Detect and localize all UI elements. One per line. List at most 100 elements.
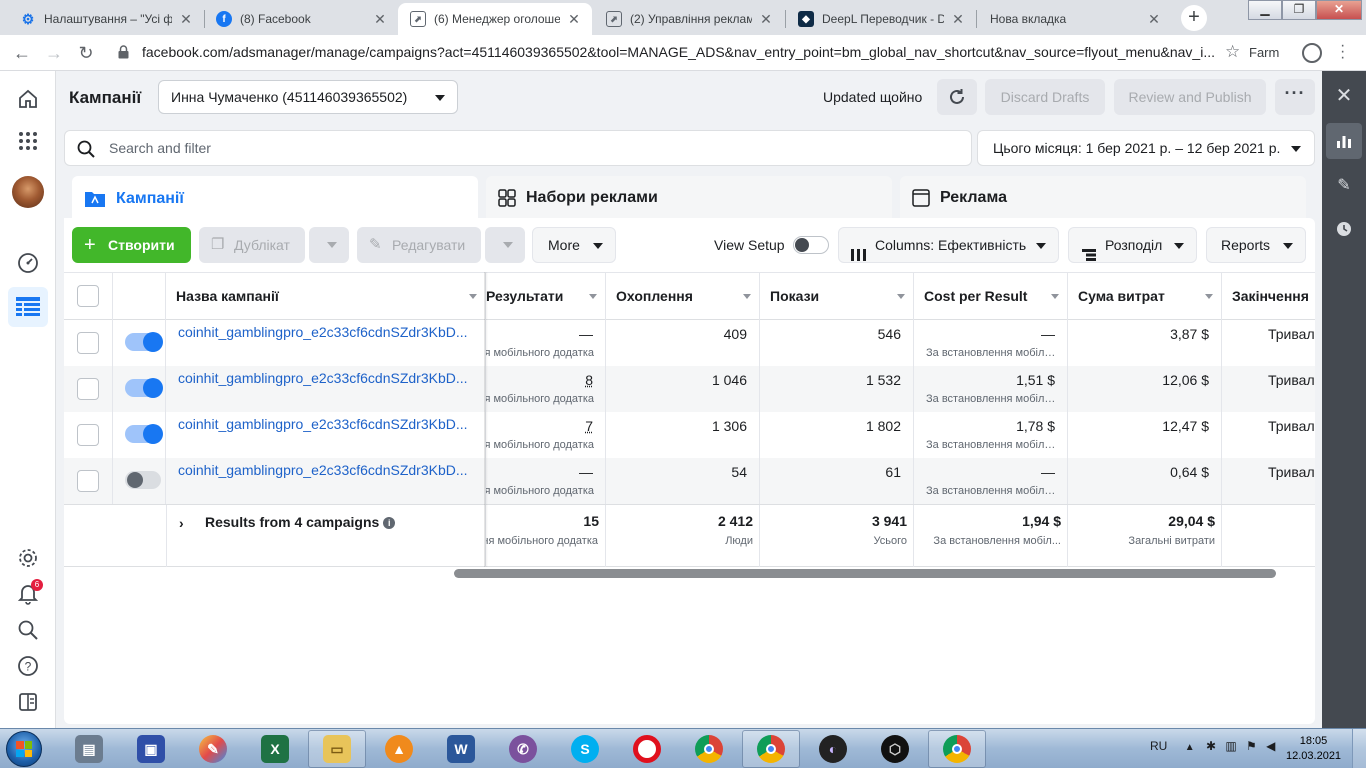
flag-icon[interactable]: ⚑ (1246, 739, 1257, 753)
show-desktop-button[interactable] (1352, 729, 1366, 768)
close-tab-icon[interactable]: ✕ (372, 11, 388, 28)
tab-campaigns[interactable]: Кампанії (72, 176, 478, 222)
create-button[interactable]: + Створити (72, 227, 191, 263)
browser-tab-ads-management[interactable]: ⬈ (2) Управління реклам ✕ (594, 3, 784, 35)
viber-icon[interactable]: ✆ (494, 730, 552, 768)
tab-ads[interactable]: Реклама (900, 176, 1306, 220)
ad-account-select[interactable]: Инна Чумаченко (451146039365502) (158, 80, 458, 114)
row-checkbox[interactable] (77, 470, 99, 492)
row-checkbox[interactable] (77, 424, 99, 446)
campaign-status-toggle[interactable] (125, 471, 161, 489)
restore-icon[interactable]: ❐ (1282, 0, 1316, 20)
url-field[interactable]: facebook.com/adsmanager/manage/campaigns… (142, 44, 1222, 60)
edit-dropdown-button[interactable] (485, 227, 525, 263)
explorer-icon[interactable]: ▭ (308, 730, 366, 768)
more-options-button[interactable]: ··· (1275, 79, 1315, 115)
word-icon[interactable]: W (432, 730, 490, 768)
chrome-profile-icon[interactable] (742, 730, 800, 768)
sort-chevron-icon[interactable] (1051, 294, 1059, 299)
ads-manager-table-icon[interactable] (8, 287, 48, 327)
campaign-name-link[interactable]: coinhit_gamblingpro_e2c33cf6cdnSZdr3KbD.… (178, 462, 468, 478)
breakdown-button[interactable]: Розподіл (1068, 227, 1197, 263)
help-icon[interactable]: ? (8, 646, 48, 686)
language-indicator[interactable]: RU (1150, 739, 1167, 753)
browser-tab-facebook[interactable]: f (8) Facebook ✕ (204, 3, 398, 35)
tab-adsets[interactable]: Набори реклами (486, 176, 892, 220)
table-row[interactable]: coinhit_gamblingpro_e2c33cf6cdnSZdr3KbD.… (64, 320, 1315, 366)
header-ends[interactable]: Закінчення (1222, 273, 1315, 320)
header-cost-per-result[interactable]: Cost per Result (914, 273, 1068, 320)
row-checkbox[interactable] (77, 378, 99, 400)
forward-icon[interactable]: → (42, 41, 66, 65)
home-icon[interactable] (8, 79, 48, 119)
discard-drafts-button[interactable]: Discard Drafts (985, 79, 1105, 115)
notifications-bell-icon[interactable] (8, 574, 48, 614)
reports-button[interactable]: Reports (1206, 227, 1306, 263)
campaign-name-link[interactable]: coinhit_gamblingpro_e2c33cf6cdnSZdr3KbD.… (178, 416, 468, 432)
sort-chevron-icon[interactable] (743, 294, 751, 299)
refresh-button[interactable] (937, 79, 977, 115)
lock-icon[interactable] (118, 45, 129, 59)
settings-gear-icon[interactable] (8, 538, 48, 578)
table-row[interactable]: coinhit_gamblingpro_e2c33cf6cdnSZdr3KbD.… (64, 366, 1315, 412)
paint-icon[interactable]: ✎ (184, 730, 242, 768)
chrome-active-icon[interactable] (928, 730, 986, 768)
browser-tab-new[interactable]: Нова вкладка ✕ (978, 3, 1172, 35)
columns-button[interactable]: Columns: Ефективність (838, 227, 1059, 263)
back-icon[interactable]: ← (10, 41, 34, 65)
floppy-icon[interactable]: ▣ (122, 730, 180, 768)
vpn-icon[interactable]: ◐ (804, 730, 862, 768)
more-button[interactable]: More (532, 227, 616, 263)
bookmark-star-icon[interactable]: ☆ (1225, 42, 1240, 62)
close-tab-icon[interactable]: ✕ (758, 11, 774, 28)
search-input[interactable] (109, 131, 959, 165)
skype-icon[interactable]: S (556, 730, 614, 768)
all-tools-icon[interactable] (8, 121, 48, 161)
close-panel-icon[interactable]: ✕ (1326, 77, 1362, 113)
history-clock-icon[interactable] (1326, 211, 1362, 247)
campaign-name-link[interactable]: coinhit_gamblingpro_e2c33cf6cdnSZdr3KbD.… (178, 370, 468, 386)
campaign-status-toggle[interactable] (125, 378, 163, 398)
dashboard-gauge-icon[interactable] (8, 243, 48, 283)
chevron-right-icon[interactable]: › (179, 515, 184, 531)
avast-icon[interactable]: ▲ (370, 730, 428, 768)
new-tab-button[interactable]: + (1181, 5, 1207, 31)
reports-panel-icon[interactable] (8, 682, 48, 722)
avatar[interactable] (12, 176, 44, 208)
close-tab-icon[interactable]: ✕ (566, 11, 582, 28)
header-amount-spent[interactable]: Сума витрат (1068, 273, 1222, 320)
minimize-icon[interactable]: ▁ (1248, 0, 1282, 20)
excel-icon[interactable]: X (246, 730, 304, 768)
info-icon[interactable]: i (383, 517, 396, 529)
app-icon[interactable]: ⬡ (866, 730, 924, 768)
browser-tab-ads-manager[interactable]: ⬈ (6) Менеджер оголоше ✕ (398, 3, 592, 35)
header-impressions[interactable]: Покази (760, 273, 914, 320)
close-tab-icon[interactable]: ✕ (1146, 11, 1162, 28)
review-publish-button[interactable]: Review and Publish (1114, 79, 1266, 115)
chrome-icon[interactable] (680, 730, 738, 768)
reload-icon[interactable]: ↻ (74, 41, 98, 65)
system-clock[interactable]: 18:05 12.03.2021 (1286, 734, 1341, 764)
horizontal-scrollbar[interactable] (454, 569, 1276, 578)
sort-chevron-icon[interactable] (897, 294, 905, 299)
chart-icon[interactable] (1326, 123, 1362, 159)
campaign-status-toggle[interactable] (125, 424, 163, 444)
account-icon[interactable] (1302, 43, 1322, 63)
opera-icon[interactable] (618, 730, 676, 768)
sort-chevron-icon[interactable] (1205, 294, 1213, 299)
header-campaign-name[interactable]: Назва кампанії (166, 273, 486, 320)
bluetooth-icon[interactable]: ✱ (1206, 739, 1216, 753)
start-button[interactable] (6, 731, 42, 767)
search-icon[interactable] (8, 610, 48, 650)
edit-button[interactable]: ✎ Редагувати (357, 227, 481, 263)
date-range-picker[interactable]: Цього місяця: 1 бер 2021 р. – 12 бер 202… (977, 130, 1315, 166)
close-tab-icon[interactable]: ✕ (950, 11, 966, 28)
campaign-name-link[interactable]: coinhit_gamblingpro_e2c33cf6cdnSZdr3KbD.… (178, 324, 468, 340)
window-close-icon[interactable]: ✕ (1316, 0, 1362, 20)
table-row[interactable]: coinhit_gamblingpro_e2c33cf6cdnSZdr3KbD.… (64, 412, 1315, 458)
row-checkbox[interactable] (77, 332, 99, 354)
select-all-checkbox[interactable] (77, 285, 99, 307)
header-reach[interactable]: Охоплення (606, 273, 760, 320)
edit-pencil-icon[interactable]: ✎ (1326, 167, 1362, 203)
tray-expand-icon[interactable]: ▲ (1185, 742, 1195, 753)
